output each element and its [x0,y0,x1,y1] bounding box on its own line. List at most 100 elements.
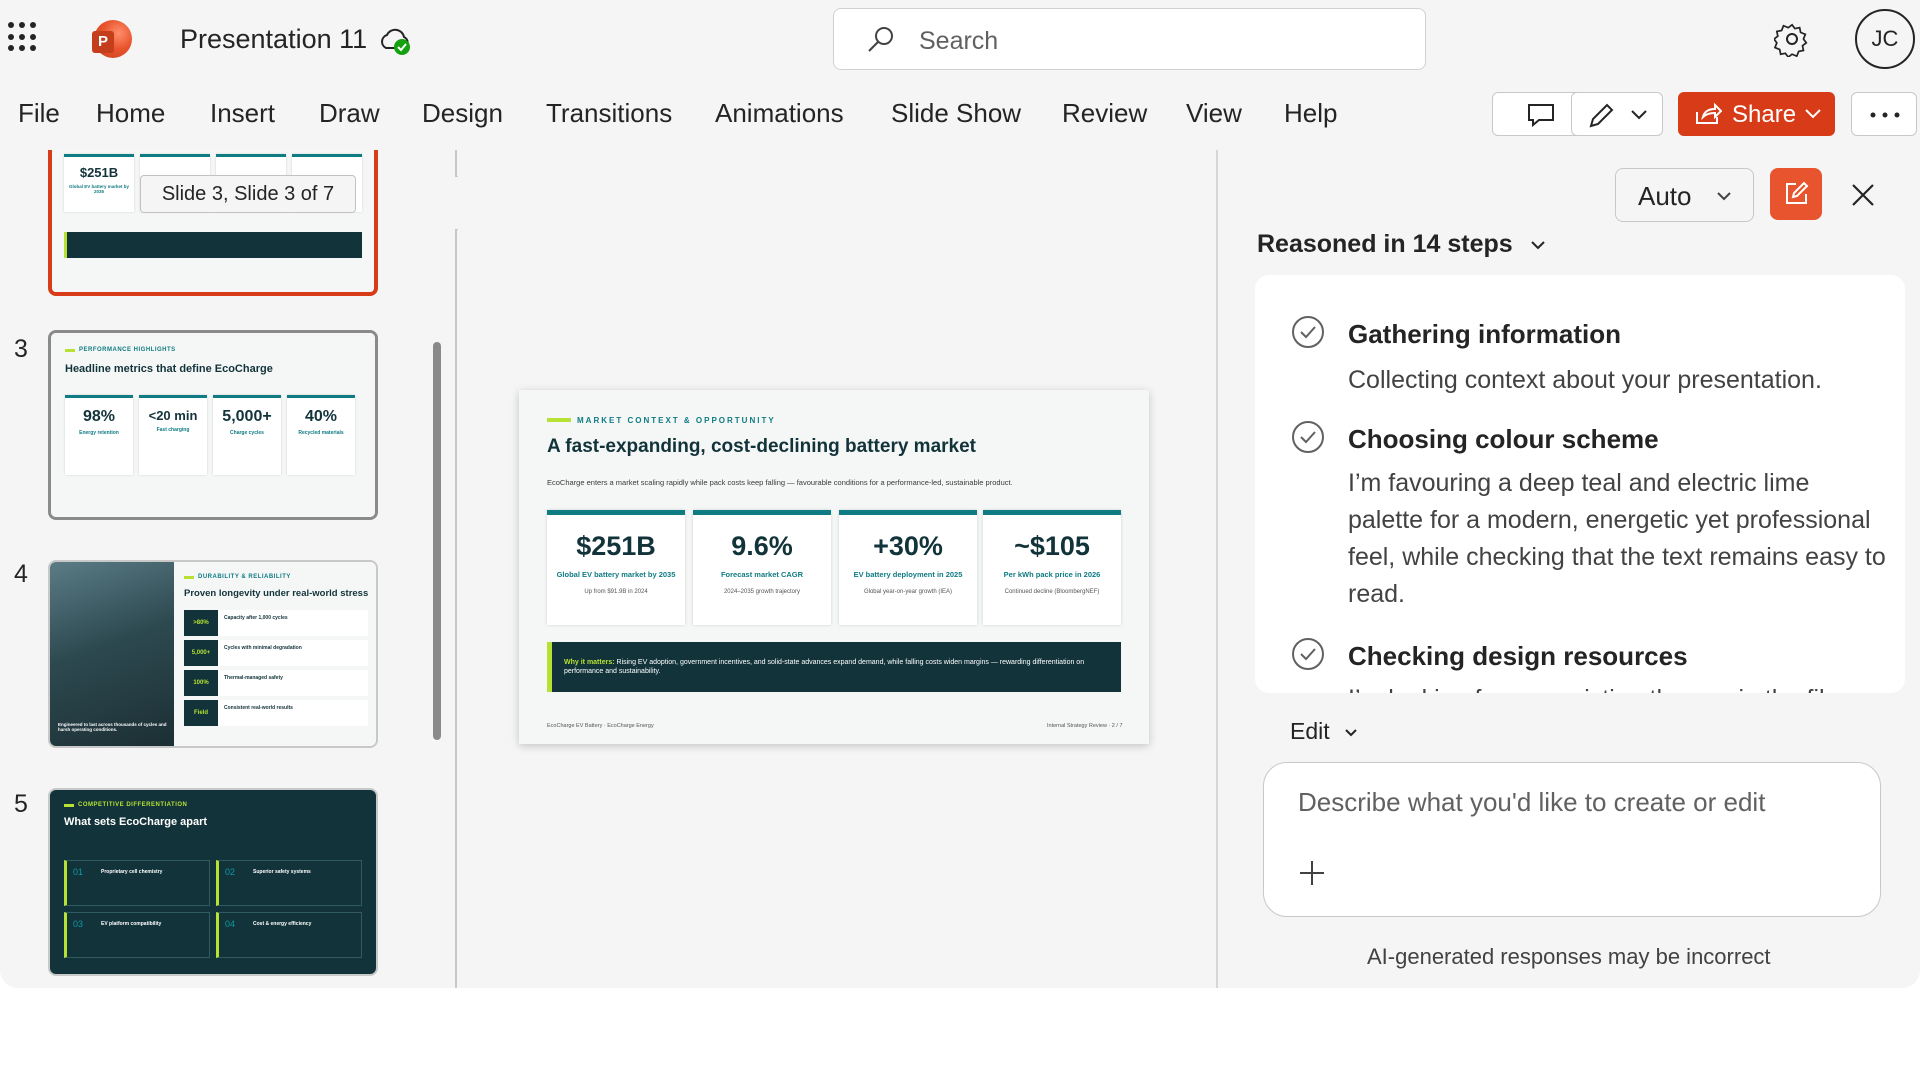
mode-dropdown[interactable]: Auto [1615,168,1754,222]
slide-number-3: 3 [14,335,28,363]
kpi-label: Forecast market CAGR [720,570,804,579]
new-chat-button[interactable] [1770,168,1822,220]
thumb3-accent [65,349,75,352]
tab-slide-show[interactable]: Slide Show [891,98,1021,129]
tab-help[interactable]: Help [1284,98,1337,129]
search-box[interactable]: Search [833,8,1426,70]
thumb4-row-text: Thermal-managed safety [224,675,283,681]
search-placeholder: Search [919,27,999,55]
slide-kicker: MARKET CONTEXT & OPPORTUNITY [577,416,776,425]
tab-animations[interactable]: Animations [715,98,844,129]
slide-number-5: 5 [14,790,28,818]
step-description: Collecting context about your presentati… [1348,366,1822,394]
kpi-card[interactable]: $251B Global EV battery market by 2035 U… [547,510,685,625]
thumb3-title: Headline metrics that define EcoCharge [65,363,273,375]
slide-thumbnail-4[interactable]: Engineered to last across thousands of c… [48,560,378,748]
thumbnails-scrollbar[interactable] [433,342,441,740]
thumb3-metric-value: 40% [304,408,338,425]
thumb5-item: 03 EV platform compatibility [64,912,210,958]
tab-transitions[interactable]: Transitions [546,98,672,129]
thumb3-metric-card: 98% Energy retention [65,395,133,475]
kpi-card[interactable]: +30% EV battery deployment in 2025 Globa… [839,510,977,625]
powerpoint-logo-icon: P [92,20,132,58]
kpi-card[interactable]: 9.6% Forecast market CAGR 2024–2035 grow… [693,510,831,625]
thumb4-row: 100% Thermal-managed safety [184,670,368,696]
step-title: Checking design resources [1348,641,1688,671]
thumb5-item-num: 02 [225,867,236,877]
slide-thumbnail-3[interactable]: PERFORMANCE HIGHLIGHTS Headline metrics … [48,330,378,520]
prompt-placeholder: Describe what you'd like to create or ed… [1298,787,1766,817]
editing-mode-button[interactable] [1571,92,1663,136]
thumb4-row-text: Capacity after 1,000 cycles [224,615,288,621]
thumb4-row-badge: 100% [184,670,218,696]
why-it-matters-label: Why it matters: [564,659,615,666]
tab-draw[interactable]: Draw [319,98,380,129]
thumb5-accent [64,804,74,807]
thumb3-metric-card: 5,000+ Charge cycles [213,395,281,475]
slide-tooltip: Slide 3, Slide 3 of 7 [140,175,356,213]
search-icon [868,27,893,52]
chevron-down-icon [1717,192,1731,201]
kpi-value: 9.6% [731,531,793,561]
tab-insert[interactable]: Insert [210,98,275,129]
reasoning-summary-toggle[interactable]: Reasoned in 14 steps [1257,230,1546,259]
compose-icon [1786,181,1809,204]
add-attachment-icon[interactable] [1298,859,1326,887]
thumb5-kicker: COMPETITIVE DIFFERENTIATION [78,802,188,808]
current-slide[interactable]: MARKET CONTEXT & OPPORTUNITY A fast-expa… [519,390,1149,744]
kpi-sub: Continued decline (BloombergNEF) [1004,589,1100,595]
slide-thumbnail-5[interactable]: COMPETITIVE DIFFERENTIATION What sets Ec… [48,788,378,976]
slide-thumbnail-2[interactable]: $251B Global EV battery market by 2035 [48,150,378,296]
why-it-matters-body: Rising EV adoption, government incentive… [564,659,1085,675]
reasoning-steps-card: Gathering information Collecting context… [1255,275,1905,693]
thumb3-metric-label: Recycled materials [298,430,344,436]
more-icon [1870,112,1900,118]
edit-mode-dropdown[interactable]: Edit [1290,718,1358,745]
settings-gear-icon[interactable] [1774,21,1810,57]
chevron-down-icon [1345,729,1357,737]
check-circle-icon [1292,638,1324,670]
thumb5-item-title: EV platform compatibility [101,921,162,927]
user-avatar[interactable]: JC [1855,9,1915,69]
tab-review[interactable]: Review [1062,98,1147,129]
thumb4-row: 5,000+ Cycles with minimal degradation [184,640,368,666]
more-options-button[interactable] [1851,92,1917,136]
thumb2-stat: $251B [79,165,119,180]
thumb4-accent [184,576,194,579]
tab-file[interactable]: File [18,98,60,129]
why-it-matters-banner[interactable]: Why it matters: Rising EV adoption, gove… [547,642,1121,692]
close-icon[interactable] [1848,180,1878,210]
thumb4-row-text: Cycles with minimal degradation [224,645,302,651]
check-circle-icon [1292,421,1324,453]
tab-view[interactable]: View [1186,98,1242,129]
mode-label: Auto [1638,181,1692,211]
thumb3-metric-value: <20 min [148,408,198,423]
powerpoint-window: P Presentation 11 Search JC File Home In… [0,0,1920,988]
share-icon [1696,102,1722,124]
step-title: Gathering information [1348,319,1621,349]
app-launcher-icon[interactable] [8,22,38,52]
tab-home[interactable]: Home [96,98,165,129]
kpi-sub: 2024–2035 growth trajectory [723,589,801,595]
thumb3-metric-value: 98% [82,408,116,425]
slide-title[interactable]: A fast-expanding, cost-declining battery… [547,436,976,458]
prompt-input[interactable]: Describe what you'd like to create or ed… [1263,762,1881,917]
chevron-down-icon [1631,110,1647,120]
thumb4-row: >80% Capacity after 1,000 cycles [184,610,368,636]
share-button[interactable]: Share [1678,92,1835,136]
thumb5-item-title: Proprietary cell chemistry [101,869,163,875]
kpi-card[interactable]: ~$105 Per kWh pack price in 2026 Continu… [983,510,1121,625]
cloud-saved-icon[interactable] [378,26,412,56]
tab-design[interactable]: Design [422,98,503,129]
thumb3-metric-card: 40% Recycled materials [287,395,355,475]
thumb4-row: Field Consistent real-world results [184,700,368,726]
thumb4-row-badge: >80% [184,610,218,636]
thumb3-metric-label: Fast charging [156,427,190,433]
document-title[interactable]: Presentation 11 [180,24,367,55]
thumb3-kicker: PERFORMANCE HIGHLIGHTS [79,347,176,353]
slide-number-4: 4 [14,560,28,588]
thumb4-row-badge: 5,000+ [184,640,218,666]
slide-footer-right: Internal Strategy Review · 2 / 7 [1047,723,1123,729]
why-it-matters-text: Why it matters: Rising EV adoption, gove… [564,658,1101,676]
slide-subtitle[interactable]: EcoCharge enters a market scaling rapidl… [547,478,1013,487]
